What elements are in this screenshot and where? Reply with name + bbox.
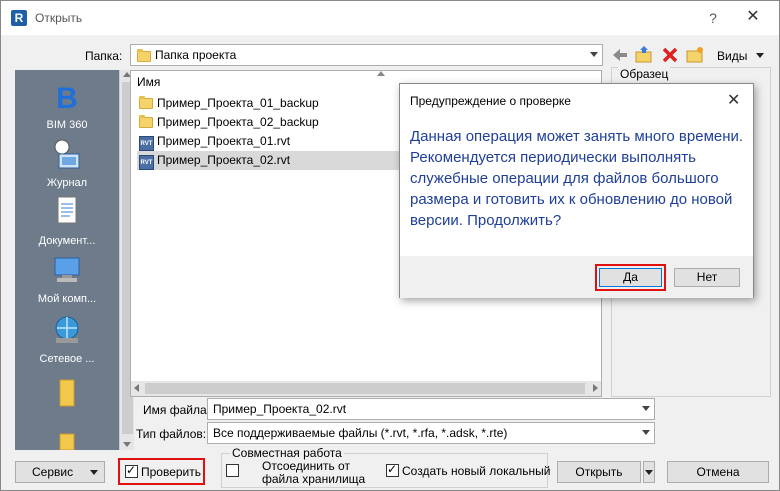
scroll-down-icon[interactable]: [123, 442, 131, 447]
sort-chevron-icon: [377, 71, 385, 76]
filetype-label: Тип файлов:: [136, 427, 207, 441]
views-button[interactable]: Виды: [717, 49, 747, 63]
rvt-file-icon: RVT: [139, 134, 154, 151]
modal-footer: Да Нет: [400, 256, 753, 298]
open-button[interactable]: Открыть: [557, 461, 641, 483]
open-options-button[interactable]: [643, 461, 655, 483]
group-title: Совместная работа: [230, 446, 344, 460]
chevron-down-icon: [590, 52, 598, 57]
folder-label: Папка:: [85, 49, 123, 63]
modal-message: Данная операция может занять много време…: [410, 128, 744, 229]
places-sidebar: B BIM 360 Журнал Документ... Мой комп...…: [15, 70, 134, 450]
documents-icon: [57, 196, 77, 224]
sidebar-item-my-computer[interactable]: Мой комп...: [15, 254, 119, 305]
delete-button[interactable]: [660, 45, 680, 65]
history-icon: [54, 139, 80, 169]
folder-combo[interactable]: Папка проекта: [130, 44, 603, 66]
service-button[interactable]: Сервис: [15, 461, 105, 483]
folder-value: Папка проекта: [155, 48, 237, 62]
network-icon: [55, 316, 79, 343]
back-arrow-icon: [613, 49, 627, 61]
verify-checkbox[interactable]: [125, 463, 138, 478]
create-local-label: Создать новый локальный: [402, 464, 551, 478]
chevron-down-icon: [642, 406, 650, 411]
close-button[interactable]: ✕: [738, 5, 768, 29]
sidebar-item-history[interactable]: Журнал: [15, 138, 119, 189]
scroll-right-icon[interactable]: [593, 384, 598, 392]
scroll-thumb[interactable]: [145, 383, 585, 394]
detach-checkbox[interactable]: [226, 464, 239, 477]
sidebar-item-folder-2[interactable]: [15, 432, 119, 450]
delete-x-icon: [662, 47, 678, 63]
column-header-name[interactable]: Имя: [137, 75, 160, 89]
preview-label: Образец: [618, 67, 671, 81]
open-dialog: R Открыть ? ✕ Папка: Папка проекта Виды …: [0, 0, 780, 491]
filename-input[interactable]: Пример_Проекта_02.rvt: [207, 398, 655, 420]
filename-label: Имя файла:: [143, 403, 210, 417]
chevron-down-icon: [90, 470, 98, 475]
folder-icon: [59, 379, 75, 407]
no-button[interactable]: Нет: [674, 268, 740, 287]
up-folder-icon: [635, 46, 652, 63]
title-bar: R Открыть ? ✕: [1, 1, 779, 35]
views-dropdown-icon[interactable]: [756, 53, 764, 58]
sidebar-item-folder[interactable]: [15, 378, 119, 417]
new-folder-icon: [686, 47, 703, 63]
collaboration-group: Совместная работа Отсоединить от файла х…: [221, 446, 551, 488]
folder-icon: [59, 433, 75, 450]
create-local-checkbox[interactable]: [386, 462, 399, 477]
rvt-file-icon: RVT: [139, 153, 154, 170]
scroll-left-icon[interactable]: [134, 384, 139, 392]
sidebar-item-network[interactable]: Сетевое ...: [15, 314, 119, 365]
chevron-down-icon: [645, 470, 653, 475]
window-title: Открыть: [35, 11, 83, 25]
file-list-hscrollbar[interactable]: [131, 381, 601, 396]
modal-title: Предупреждение о проверке: [410, 94, 571, 108]
folder-icon: [139, 115, 153, 128]
bim360-icon: B: [56, 82, 78, 115]
verify-label: Проверить: [141, 465, 202, 479]
svg-text:B: B: [56, 82, 78, 112]
filetype-select[interactable]: Все поддерживаемые файлы (*.rvt, *.rfa, …: [207, 422, 655, 444]
verify-warning-dialog: Предупреждение о проверке ✕ Данная опера…: [399, 83, 754, 298]
chevron-down-icon: [642, 430, 650, 435]
modal-close-button[interactable]: ✕: [727, 90, 740, 110]
yes-button[interactable]: Да: [599, 268, 662, 287]
cancel-button[interactable]: Отмена: [667, 461, 769, 483]
detach-label: Отсоединить от файла хранилища: [262, 459, 366, 486]
folder-icon: [139, 96, 153, 109]
help-button[interactable]: ?: [698, 7, 728, 29]
sidebar-item-bim360[interactable]: B BIM 360: [15, 80, 119, 131]
computer-icon: [54, 257, 80, 282]
sidebar-item-documents[interactable]: Документ...: [15, 196, 119, 247]
revit-logo-icon: R: [11, 10, 27, 26]
folder-icon: [137, 49, 151, 62]
up-folder-button[interactable]: [634, 45, 654, 65]
new-folder-button[interactable]: [685, 45, 705, 65]
back-button[interactable]: [610, 45, 630, 65]
